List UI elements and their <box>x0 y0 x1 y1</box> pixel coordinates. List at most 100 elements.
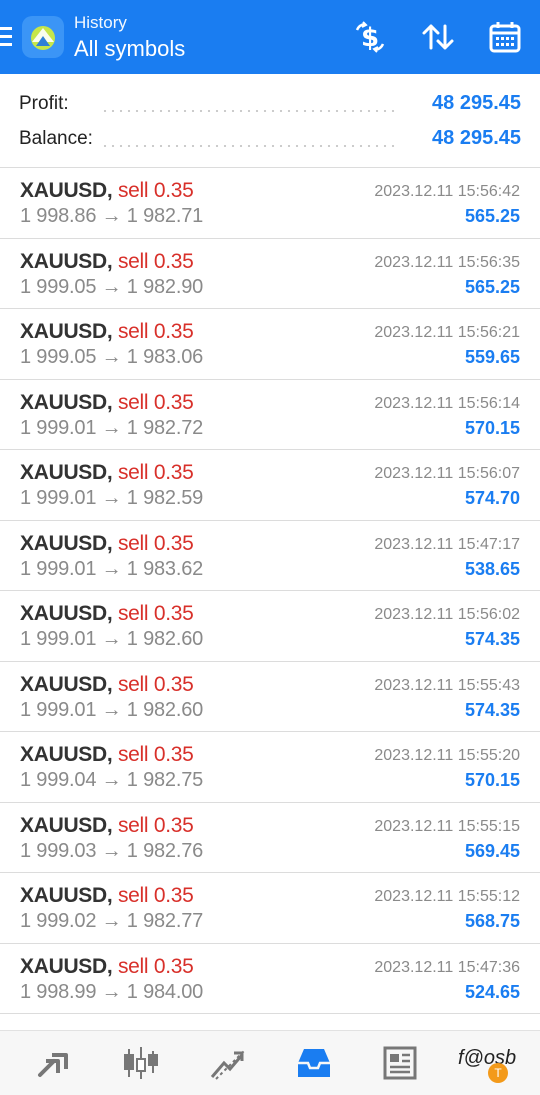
symbol-text: XAUUSD, <box>20 602 113 625</box>
trade-row[interactable]: XAUUSD, sell 0.35 1 999.01 → 1 983.62 20… <box>0 521 540 591</box>
trade-symbol: XAUUSD, sell 0.35 <box>20 673 194 697</box>
trade-list: XAUUSD, sell 0.35 1 998.86 → 1 982.71 20… <box>0 168 540 1014</box>
open-price: 1 999.05 <box>20 275 97 298</box>
trade-profit: 569.45 <box>464 840 520 861</box>
trade-profit: 538.65 <box>464 558 520 579</box>
trade-time: 2023.12.11 15:56:14 <box>374 394 520 412</box>
arrow-icon: → <box>101 275 122 298</box>
app-header: History All symbols $ <box>0 0 540 74</box>
trade-prices: 1 999.02 → 1 982.77 <box>20 910 203 933</box>
trade-row[interactable]: XAUUSD, sell 0.35 1 999.01 → 1 982.60 20… <box>0 662 540 732</box>
history-icon[interactable] <box>294 1043 334 1083</box>
symbol-text: XAUUSD, <box>20 531 113 555</box>
header-subtitle: History <box>74 13 127 32</box>
trade-profit: 568.75 <box>464 911 520 931</box>
calendar-icon[interactable] <box>486 18 524 56</box>
header-title[interactable]: All symbols <box>74 36 185 62</box>
trade-type: sell 0.35 <box>117 602 194 625</box>
menu-icon[interactable] <box>0 27 13 47</box>
arrow-icon: → <box>101 839 122 862</box>
trade-symbol: XAUUSD, sell 0.35 <box>20 391 194 415</box>
trade-time: 2023.12.11 15:55:15 <box>374 817 520 835</box>
trade-type: sell 0.35 <box>117 461 194 484</box>
trade-profit: 574.35 <box>464 699 520 720</box>
close-price: 1 982.71 <box>126 205 204 227</box>
close-price: 1 982.60 <box>126 628 204 650</box>
arrow-icon: → <box>101 628 122 650</box>
trade-symbol: XAUUSD, sell 0.35 <box>20 320 194 344</box>
account-summary: Profit: 48 295.45 Balance: 48 295.45 <box>0 74 540 167</box>
trade-prices: 1 999.03 → 1 982.76 <box>20 840 203 863</box>
trade-prices: 1 999.01 → 1 982.60 <box>20 699 203 722</box>
open-price: 1 999.01 <box>20 557 97 580</box>
leader-dots <box>101 145 399 147</box>
trade-time: 2023.12.11 15:56:35 <box>374 253 520 271</box>
balance-value: 48 295.45 <box>432 127 521 149</box>
arrow-icon: → <box>101 487 122 509</box>
arrow-icon: → <box>101 416 122 439</box>
trade-time: 2023.12.11 15:55:20 <box>374 747 520 764</box>
trade-type: sell 0.35 <box>117 390 194 414</box>
app-logo <box>22 16 64 58</box>
close-price: 1 982.60 <box>126 698 204 721</box>
open-price: 1 999.01 <box>20 628 97 650</box>
trade-row[interactable]: XAUUSD, sell 0.35 1 998.99 → 1 984.00 20… <box>0 944 540 1014</box>
trade-prices: 1 999.01 → 1 982.59 <box>20 487 203 510</box>
trade-row[interactable]: XAUUSD, sell 0.35 1 999.05 → 1 983.06 20… <box>0 309 540 380</box>
open-price: 1 999.01 <box>20 487 97 509</box>
trade-row[interactable]: XAUUSD, sell 0.35 1 999.01 → 1 982.59 20… <box>0 450 540 521</box>
trade-time: 2023.12.11 15:55:12 <box>374 888 520 905</box>
trade-row[interactable]: XAUUSD, sell 0.35 1 998.86 → 1 982.71 20… <box>0 168 540 239</box>
arrow-icon: → <box>101 698 122 721</box>
trade-profit: 570.15 <box>464 417 520 438</box>
close-price: 1 983.62 <box>126 557 204 580</box>
trade-symbol: XAUUSD, sell 0.35 <box>20 250 194 274</box>
trade-prices: 1 999.05 → 1 982.90 <box>20 276 203 299</box>
profit-value: 48 295.45 <box>432 92 521 114</box>
close-price: 1 982.90 <box>126 275 204 298</box>
close-price: 1 982.75 <box>126 769 204 791</box>
arrow-icon: → <box>101 980 122 1003</box>
symbol-text: XAUUSD, <box>20 672 113 696</box>
trade-symbol: XAUUSD, sell 0.35 <box>20 743 194 767</box>
notification-badge[interactable]: T <box>488 1063 508 1083</box>
trade-type: sell 0.35 <box>117 884 194 907</box>
trade-symbol: XAUUSD, sell 0.35 <box>20 602 194 626</box>
open-price: 1 999.04 <box>20 769 97 791</box>
trade-prices: 1 999.01 → 1 983.62 <box>20 558 203 581</box>
trade-symbol: XAUUSD, sell 0.35 <box>20 955 194 979</box>
trade-profit: 570.15 <box>464 770 520 790</box>
trade-row[interactable]: XAUUSD, sell 0.35 1 999.01 → 1 982.72 20… <box>0 380 540 450</box>
profit-row: Profit: 48 295.45 <box>19 89 521 119</box>
trade-prices: 1 998.86 → 1 982.71 <box>20 205 203 228</box>
sort-icon[interactable] <box>419 18 457 56</box>
close-price: 1 982.76 <box>126 839 204 862</box>
trade-profit: 565.25 <box>464 276 520 297</box>
trade-row[interactable]: XAUUSD, sell 0.35 1 999.04 → 1 982.75 20… <box>0 732 540 803</box>
trade-prices: 1 999.01 → 1 982.72 <box>20 417 203 440</box>
trade-symbol: XAUUSD, sell 0.35 <box>20 461 194 485</box>
arrow-icon: → <box>101 346 122 368</box>
trade-row[interactable]: XAUUSD, sell 0.35 1 999.05 → 1 982.90 20… <box>0 239 540 309</box>
symbol-text: XAUUSD, <box>20 884 113 907</box>
trade-type: sell 0.35 <box>117 249 194 273</box>
news-icon[interactable] <box>380 1043 420 1083</box>
balance-label: Balance: <box>19 128 97 150</box>
trade-row[interactable]: XAUUSD, sell 0.35 1 999.02 → 1 982.77 20… <box>0 873 540 944</box>
trade-profit: 559.65 <box>464 347 520 367</box>
leader-dots <box>101 110 399 112</box>
open-price: 1 998.86 <box>20 205 97 227</box>
currency-exchange-icon[interactable]: $ <box>351 18 389 56</box>
quotes-icon[interactable] <box>34 1043 74 1083</box>
symbol-text: XAUUSD, <box>20 954 113 978</box>
trade-time: 2023.12.11 15:47:17 <box>374 535 520 553</box>
chart-icon[interactable] <box>121 1043 161 1083</box>
trade-row[interactable]: XAUUSD, sell 0.35 1 999.01 → 1 982.60 20… <box>0 591 540 662</box>
trade-time: 2023.12.11 15:55:43 <box>374 676 520 694</box>
trade-icon[interactable] <box>208 1043 248 1083</box>
open-price: 1 999.01 <box>20 698 97 721</box>
close-price: 1 984.00 <box>126 980 204 1003</box>
trade-time: 2023.12.11 15:56:21 <box>374 324 520 341</box>
arrow-icon: → <box>101 557 122 580</box>
trade-row[interactable]: XAUUSD, sell 0.35 1 999.03 → 1 982.76 20… <box>0 803 540 873</box>
